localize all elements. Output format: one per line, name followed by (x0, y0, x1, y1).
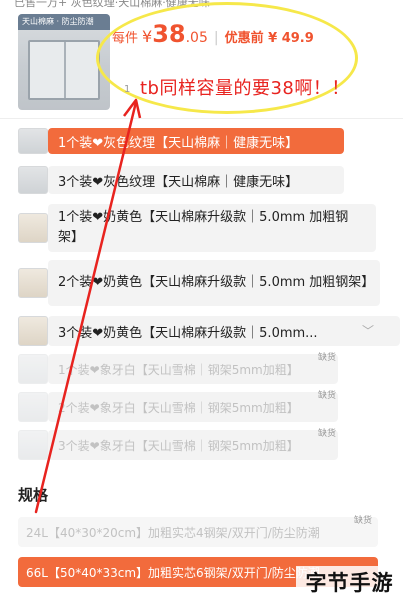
option-item-1[interactable]: 1个装❤灰色纹理【天山棉麻｜健康无味】 (18, 128, 344, 154)
option-pill[interactable]: 3个装❤灰色纹理【天山棉麻｜健康无味】 (48, 166, 344, 194)
divider (0, 118, 403, 119)
option-thumb (18, 213, 48, 243)
option-thumb (18, 166, 48, 194)
spec-label: 66L【50*40*33cm】加粗实芯6钢架/双开门/防尘防潮 (26, 565, 320, 580)
option-pill[interactable]: 3个装❤象牙白【天山雪棉｜钢架5mm加粗】 (48, 430, 338, 460)
chevron-down-icon[interactable]: ﹀ (362, 322, 374, 339)
option-pill[interactable]: 2个装❤象牙白【天山雪棉｜钢架5mm加粗】 (48, 392, 338, 422)
annotation-text: tb同样容量的要38啊！！ (140, 78, 350, 99)
spec-item-24l[interactable]: 24L【40*30*20cm】加粗实芯4钢架/双开门/防尘防潮 (18, 517, 378, 547)
watermark: 字节手游网 (296, 566, 403, 600)
option-label: 3个装❤象牙白【天山雪棉｜钢架5mm加粗】 (58, 438, 299, 453)
option-item-5[interactable]: 3个装❤奶黄色【天山棉麻升级款｜5.0mm... (18, 316, 400, 346)
option-thumb (18, 392, 48, 422)
option-item-3[interactable]: 1个装❤奶黄色【天山棉麻升级款｜5.0mm 加粗钢架】 (18, 204, 376, 252)
stock-badge: 缺货 (354, 516, 373, 526)
option-item-7[interactable]: 2个装❤象牙白【天山雪棉｜钢架5mm加粗】 (18, 392, 338, 422)
option-pill[interactable]: 2个装❤奶黄色【天山棉麻升级款｜5.0mm 加粗钢架】 (48, 260, 380, 306)
option-label: 1个装❤象牙白【天山雪棉｜钢架5mm加粗】 (58, 362, 299, 377)
spec-label: 24L【40*30*20cm】加粗实芯4钢架/双开门/防尘防潮 (26, 525, 320, 540)
option-thumb (18, 430, 48, 460)
option-label: 3个装❤奶黄色【天山棉麻升级款｜5.0mm... (58, 325, 318, 341)
thumb-banner: 天山棉麻 · 防尘防潮 (18, 14, 110, 30)
cursor-mark: 1 (124, 84, 131, 95)
option-label: 2个装❤象牙白【天山雪棉｜钢架5mm加粗】 (58, 400, 299, 415)
option-label: 1个装❤奶黄色【天山棉麻升级款｜5.0mm 加粗钢架】 (58, 210, 349, 245)
option-item-6[interactable]: 1个装❤象牙白【天山雪棉｜钢架5mm加粗】 (18, 354, 338, 384)
option-pill[interactable]: 1个装❤奶黄色【天山棉麻升级款｜5.0mm 加粗钢架】 (48, 204, 376, 252)
option-thumb (18, 128, 48, 154)
option-thumb (18, 354, 48, 384)
stock-badge: 缺货 (318, 391, 337, 401)
option-item-2[interactable]: 3个装❤灰色纹理【天山棉麻｜健康无味】 (18, 166, 344, 194)
option-item-8[interactable]: 3个装❤象牙白【天山雪棉｜钢架5mm加粗】 (18, 430, 338, 460)
option-pill[interactable]: 1个装❤灰色纹理【天山棉麻｜健康无味】 (48, 128, 344, 154)
option-label: 2个装❤奶黄色【天山棉麻升级款｜5.0mm 加粗钢架】 (58, 275, 375, 290)
option-pill[interactable]: 3个装❤奶黄色【天山棉麻升级款｜5.0mm... (48, 316, 400, 346)
option-label: 1个装❤灰色纹理【天山棉麻｜健康无味】 (58, 135, 299, 151)
stock-badge: 缺货 (318, 429, 337, 439)
stock-badge: 缺货 (318, 353, 337, 363)
option-pill[interactable]: 1个装❤象牙白【天山雪棉｜钢架5mm加粗】 (48, 354, 338, 384)
option-item-4[interactable]: 2个装❤奶黄色【天山棉麻升级款｜5.0mm 加粗钢架】 (18, 260, 380, 306)
spec-section-title: 规格 (18, 486, 49, 504)
option-thumb (18, 268, 48, 298)
option-label: 3个装❤灰色纹理【天山棉麻｜健康无味】 (58, 174, 299, 190)
option-thumb (18, 316, 48, 346)
storage-box-image (28, 40, 100, 100)
